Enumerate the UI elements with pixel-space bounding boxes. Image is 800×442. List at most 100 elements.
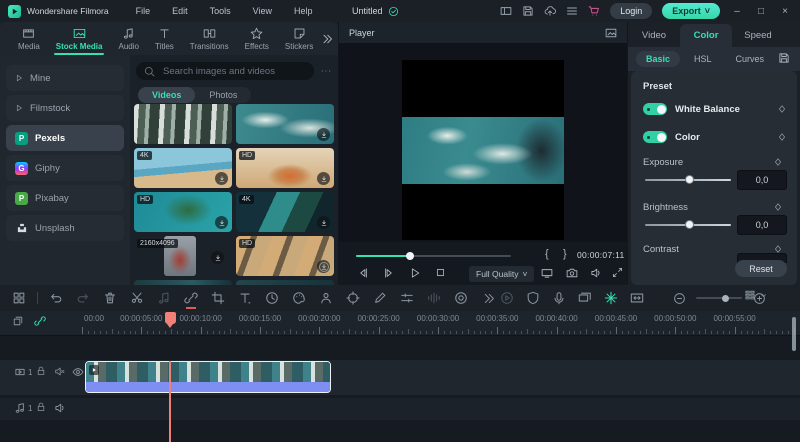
close-button[interactable]: × xyxy=(778,6,792,17)
speaker-icon[interactable] xyxy=(54,402,66,414)
save-preset-icon[interactable] xyxy=(778,52,790,64)
lock-icon[interactable] xyxy=(36,402,46,412)
save-icon[interactable] xyxy=(522,5,534,17)
snapshot-icon[interactable] xyxy=(12,315,24,327)
layout-icon[interactable] xyxy=(500,5,512,17)
toggle-switch[interactable] xyxy=(643,131,667,143)
keyframe-diamond-icon[interactable] xyxy=(777,132,787,142)
thumb-truck-vertical[interactable]: 2160x4096 xyxy=(134,236,232,276)
menu-file[interactable]: File xyxy=(125,6,162,16)
zoom-out-button[interactable] xyxy=(670,289,688,307)
media-grid-button[interactable] xyxy=(10,289,28,307)
text-tool-button[interactable] xyxy=(236,289,254,307)
property-tab-speed[interactable]: Speed xyxy=(732,24,784,47)
menu-view[interactable]: View xyxy=(242,6,283,16)
more-tabs-button[interactable] xyxy=(321,33,333,45)
maximize-button[interactable]: □ xyxy=(754,6,768,17)
mark-out-button[interactable]: } xyxy=(563,248,567,260)
tab-titles[interactable]: Titles xyxy=(147,27,182,51)
menu-edit[interactable]: Edit xyxy=(161,6,199,16)
info-icon[interactable] xyxy=(318,261,330,273)
delete-button[interactable] xyxy=(101,289,119,307)
chroma-key-button[interactable] xyxy=(317,289,335,307)
redo-button[interactable] xyxy=(74,289,92,307)
quality-dropdown[interactable]: Full Quality ˅ xyxy=(469,266,535,282)
undo-button[interactable] xyxy=(47,289,65,307)
timeline-clip[interactable] xyxy=(85,361,331,393)
sidebar-item-unsplash[interactable]: Unsplash xyxy=(6,215,124,241)
thumb-beach[interactable]: 4K xyxy=(134,148,232,188)
link-button[interactable] xyxy=(182,289,200,309)
stop-button[interactable] xyxy=(435,267,446,278)
render-preview-button[interactable] xyxy=(498,289,516,307)
tab-stickers[interactable]: Stickers xyxy=(277,27,321,51)
playhead-marker[interactable] xyxy=(164,312,176,328)
fit-timeline-button[interactable] xyxy=(628,289,646,307)
audio-wave-button[interactable] xyxy=(425,289,443,307)
thumb-ocean-wave[interactable] xyxy=(236,104,334,144)
next-frame-button[interactable] xyxy=(383,267,395,279)
eye-icon[interactable] xyxy=(72,366,84,378)
sidebar-item-pexels[interactable]: P Pexels xyxy=(6,125,124,151)
thumb-palm-tree[interactable]: HD xyxy=(134,192,232,232)
library-tab-videos[interactable]: Videos xyxy=(138,87,196,103)
screen-record-button[interactable] xyxy=(576,289,594,307)
crop-button[interactable] xyxy=(209,289,227,307)
fullscreen-icon[interactable] xyxy=(612,267,623,278)
ai-tools-button[interactable] xyxy=(602,289,620,307)
adjust-button[interactable] xyxy=(398,289,416,307)
menu-help[interactable]: Help xyxy=(283,6,324,16)
download-icon[interactable] xyxy=(317,216,330,229)
sidebar-item-filmstock[interactable]: Filmstock xyxy=(6,95,124,121)
color-subtab-hsl[interactable]: HSL xyxy=(684,51,722,67)
playhead-line[interactable] xyxy=(169,361,171,442)
detach-audio-button[interactable] xyxy=(155,289,173,307)
thumb-coastline[interactable]: 4K xyxy=(236,192,334,232)
adjust-value-exposure[interactable]: 0,0 xyxy=(737,170,787,190)
search-input[interactable] xyxy=(161,64,295,78)
timeline-ruler[interactable]: 00:00 00:00:05:00 00:00:10:00 00:00:15:00 00… xyxy=(0,311,800,336)
tab-media[interactable]: Media xyxy=(10,27,48,51)
player-progress-bar[interactable] xyxy=(356,252,511,260)
mask-button[interactable] xyxy=(524,289,542,307)
download-icon[interactable] xyxy=(317,172,330,185)
previous-frame-button[interactable] xyxy=(357,267,369,279)
split-button[interactable] xyxy=(128,289,146,307)
auto-ripple-icon[interactable] xyxy=(34,315,46,327)
property-tab-video[interactable]: Video xyxy=(628,24,680,47)
export-button[interactable]: Export ˅ xyxy=(662,3,720,19)
adjust-slider-exposure[interactable] xyxy=(645,175,731,184)
tab-stock-media[interactable]: Stock Media xyxy=(48,27,111,55)
sidebar-item-giphy[interactable]: G Giphy xyxy=(6,155,124,181)
keyframe-diamond-icon[interactable] xyxy=(777,104,787,114)
camera-snapshot-icon[interactable] xyxy=(566,267,578,279)
download-icon[interactable] xyxy=(215,172,228,185)
play-button[interactable] xyxy=(409,267,421,279)
property-tab-color[interactable]: Color xyxy=(680,24,732,47)
mark-in-button[interactable]: { xyxy=(545,248,549,260)
zoom-knob[interactable] xyxy=(722,294,729,302)
player-progress-knob[interactable] xyxy=(406,252,415,260)
display-snapshot-icon[interactable] xyxy=(541,267,553,279)
thumb-waterfall[interactable] xyxy=(134,104,232,144)
search-bar[interactable] xyxy=(136,62,314,80)
cloud-upload-icon[interactable] xyxy=(544,5,557,17)
audio-track-lane[interactable] xyxy=(0,398,800,420)
sidebar-item-mine[interactable]: Mine xyxy=(6,65,124,91)
reset-button[interactable]: Reset xyxy=(735,260,787,277)
track-manage-button[interactable] xyxy=(744,289,768,301)
adjust-slider-brightness[interactable] xyxy=(645,220,731,229)
download-icon[interactable] xyxy=(215,216,228,229)
slider-knob[interactable] xyxy=(685,220,694,229)
keyframe-diamond-icon[interactable] xyxy=(773,202,783,212)
color-subtab-curves[interactable]: Curves xyxy=(726,51,775,67)
sidebar-item-pixabay[interactable]: P Pixabay xyxy=(6,185,124,211)
mute-icon[interactable] xyxy=(54,366,65,377)
record-button[interactable] xyxy=(452,289,470,307)
keyframe-pen-button[interactable] xyxy=(371,289,389,307)
media-preview-icon[interactable] xyxy=(605,27,617,39)
adjust-value-brightness[interactable]: 0,0 xyxy=(737,215,787,235)
speed-button[interactable] xyxy=(263,289,281,307)
motion-track-button[interactable] xyxy=(344,289,362,307)
lock-icon[interactable] xyxy=(36,366,46,376)
